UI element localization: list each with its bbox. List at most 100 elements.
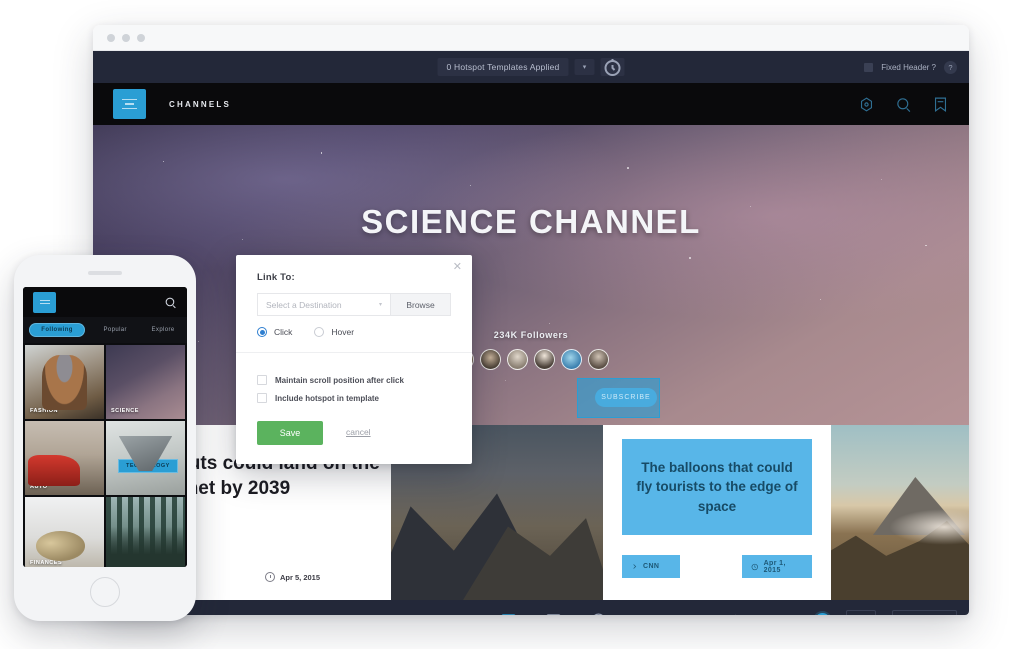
avatar[interactable] [561,349,582,370]
source-icon [633,564,637,569]
window-minimize-dot[interactable] [122,33,130,42]
bookmark-icon[interactable] [932,96,949,113]
gear-icon[interactable] [785,614,799,615]
radio-hover[interactable]: Hover [314,327,354,337]
fixed-header-label: Fixed Header ? [881,62,936,72]
templates-dropdown-button[interactable]: ▾ [574,59,595,75]
phone-cell-label: FINANCES [30,560,63,566]
radio-click-label: Click [274,327,293,337]
phone-logo-line-1 [39,299,50,301]
clock-icon [265,572,275,582]
followers-count: 234K Followers [493,330,569,340]
phone-cell-label: AUTO [30,484,48,490]
editor-toolbar-right: Fixed Header ? ? [864,60,957,74]
radio-hover-indicator[interactable] [314,327,325,337]
browse-button[interactable]: Browse [391,293,451,316]
phone-logo[interactable] [33,291,56,313]
radio-hover-label: Hover [331,327,355,337]
maintain-scroll-label: Maintain scroll position after click [275,375,404,385]
hero-section: SCIENCE CHANNEL SUBSCRIBE 234K Followers [93,125,969,425]
phone-home-button[interactable] [90,577,120,607]
volcano-photo-card[interactable] [831,425,969,600]
phone-category-grid: FASHION SCIENCE AUTO TECHNOLOGY FINANCES… [23,343,187,567]
phone-cell-label: ENVIRONMENT [111,560,158,566]
search-icon[interactable] [164,296,177,309]
phone-cell-technology[interactable]: TECHNOLOGY [106,421,185,495]
status-dot-icon[interactable] [814,613,830,615]
screenshot-root: 0 Hotspot Templates Applied ▾ Fixed Head… [0,0,1024,649]
hero-subscribe-button[interactable]: SUBSCRIBE [595,388,657,407]
cancel-link[interactable]: cancel [346,427,371,437]
window-close-dot[interactable] [107,33,115,42]
maintain-scroll-checkbox[interactable] [257,375,267,385]
volcano-smoke-shape [889,509,969,545]
cloud-icon[interactable] [755,614,769,616]
feature-source-label: CNN [643,563,660,570]
feature-card[interactable]: The balloons that could fly tourists to … [603,425,831,600]
include-hotspot-label: Include hotspot in template [275,393,380,403]
hotspot-templates-field[interactable]: 0 Hotspot Templates Applied [437,58,569,76]
phone-tabs: Following Popular Explore [23,317,187,343]
avatar[interactable] [588,349,609,370]
hero-title: SCIENCE CHANNEL [361,203,701,240]
phone-cell-label: FASHION [30,408,58,414]
chevron-down-icon: ▾ [378,302,382,308]
feature-headline: The balloons that could fly tourists to … [636,459,798,514]
avatar[interactable] [480,349,501,370]
radio-click[interactable]: Click [257,327,292,337]
history-clock-icon[interactable] [590,612,607,615]
phone-cell-environment[interactable]: ENVIRONMENT [106,497,185,567]
logo-line-2 [125,103,134,105]
avatar[interactable] [507,349,528,370]
close-icon[interactable]: ✕ [453,262,462,273]
phone-mockup: Following Popular Explore FASHION SCIENC… [14,255,196,621]
avatar[interactable] [534,349,555,370]
search-icon[interactable] [895,96,912,113]
maintain-scroll-checkbox-row[interactable]: Maintain scroll position after click [257,375,404,385]
include-hotspot-checkbox[interactable] [257,393,267,403]
phone-cell-fashion[interactable]: FASHION [25,345,104,419]
destination-placeholder: Select a Destination [266,299,342,310]
followers-block: 234K Followers [93,330,969,370]
eye-preview-icon[interactable] [455,612,472,615]
phone-cell-label: SCIENCE [111,408,139,414]
save-button[interactable]: Save [257,421,323,445]
phone-cell-label-highlighted: TECHNOLOGY [118,459,178,473]
phone-logo-line-2 [39,303,50,305]
feature-source-tag[interactable]: CNN [622,555,680,578]
phone-tab-explore[interactable]: Explore [146,324,181,336]
hotspot-icon[interactable] [500,612,517,615]
phone-tab-popular[interactable]: Popular [97,324,132,336]
include-hotspot-checkbox-row[interactable]: Include hotspot in template [257,393,379,403]
editor-bottom-bar: ‹ Channel Overview ▾ [93,600,969,615]
radio-click-indicator[interactable] [257,327,267,337]
share-node-icon[interactable] [725,614,739,615]
modal-divider [236,352,472,353]
phone-cell-science[interactable]: SCIENCE [106,345,185,419]
phone-navbar [23,287,187,317]
content-card-row: Astronauts could land on the Red Planet … [93,425,969,600]
timer-icon[interactable] [600,58,625,76]
help-icon[interactable]: ? [944,60,957,74]
feature-date-label: Apr 1, 2015 [763,559,786,574]
publish-bolt-button[interactable]: ⚡ [845,610,876,615]
clock-icon [751,563,758,570]
article-date-row: Apr 5, 2015 [265,572,320,582]
window-maximize-dot[interactable] [137,33,145,42]
modal-title: Link To: [257,272,295,283]
site-logo[interactable] [113,89,146,119]
share-button[interactable]: SHARE [891,610,957,615]
fixed-header-checkbox[interactable] [864,62,874,72]
settings-hex-icon[interactable] [858,96,875,113]
bottom-bar-tools [455,612,607,615]
phone-cell-finances[interactable]: FINANCES [25,497,104,567]
logo-line-3 [122,107,137,110]
feature-date-tag: Apr 1, 2015 [742,555,812,578]
phone-screen: Following Popular Explore FASHION SCIENC… [23,287,187,567]
starfield [93,125,969,425]
comment-icon[interactable] [545,612,562,615]
editor-toolbar: 0 Hotspot Templates Applied ▾ Fixed Head… [93,51,969,83]
phone-cell-auto[interactable]: AUTO [25,421,104,495]
phone-tab-following[interactable]: Following [29,323,85,337]
destination-select[interactable]: Select a Destination ▾ [257,293,391,316]
